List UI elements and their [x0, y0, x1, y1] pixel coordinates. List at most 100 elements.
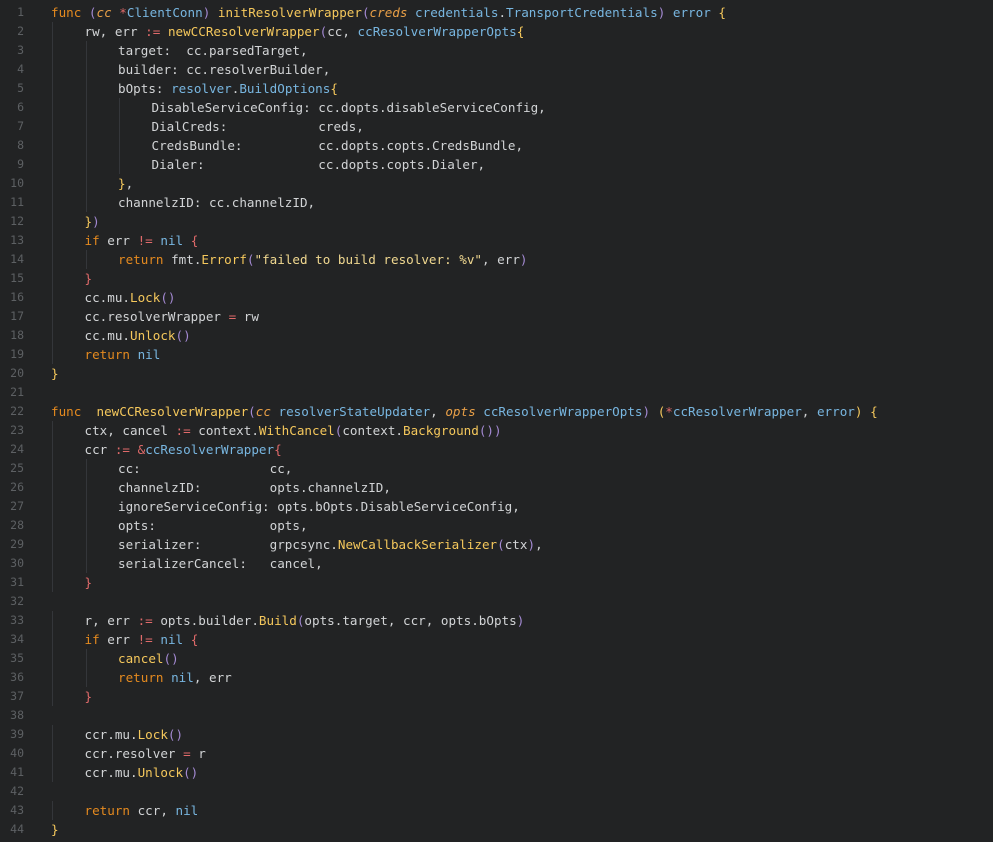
code-token: ClientConn	[126, 5, 203, 20]
indent-guide	[52, 288, 53, 307]
code-line[interactable]: 36 return nil, err	[0, 668, 993, 687]
code-line[interactable]: 30 serializerCancel: cancel,	[0, 554, 993, 573]
code-line[interactable]: 29 serializer: grpcsync.NewCallbackSerial…	[0, 535, 993, 554]
code-line[interactable]: 42	[0, 782, 993, 801]
code-line[interactable]: 21	[0, 383, 993, 402]
indent-guide	[119, 117, 120, 136]
line-number: 24	[10, 442, 24, 456]
code-token: nil	[175, 803, 199, 818]
code-line[interactable]: 6 DisableServiceConfig: cc.dopts.disableS…	[0, 98, 993, 117]
code-line[interactable]: 44}	[0, 820, 993, 839]
code-text: return ccr, nil	[85, 801, 199, 820]
code-token: return	[118, 252, 164, 267]
code-text: }	[85, 687, 93, 706]
code-line[interactable]: 27 ignoreServiceConfig: opts.bOpts.Disabl…	[0, 497, 993, 516]
indent-guide	[85, 98, 87, 117]
code-text: ccr.mu.Lock()	[85, 725, 184, 744]
indent-guide	[52, 79, 53, 98]
code-line[interactable]: 9 Dialer: cc.dopts.copts.Dialer,	[0, 155, 993, 174]
code-line[interactable]: 35 cancel()	[0, 649, 993, 668]
code-token: serializerCancel: cancel,	[118, 556, 323, 571]
code-editor[interactable]: 1 func (cc *ClientConn) initResolverWrapp…	[0, 0, 993, 842]
code-token: Lock	[137, 727, 168, 742]
code-line[interactable]: 18 cc.mu.Unlock()	[0, 326, 993, 345]
code-line[interactable]: 19 return nil	[0, 345, 993, 364]
code-token: nil	[160, 632, 184, 647]
code-line[interactable]: 14 return fmt.Errorf("failed to build res…	[0, 250, 993, 269]
code-line[interactable]: 43 return ccr, nil	[0, 801, 993, 820]
code-token: )	[642, 404, 651, 419]
code-token: ()	[183, 765, 199, 780]
code-line[interactable]: 11 channelzID: cc.channelzID,	[0, 193, 993, 212]
line-number: 14	[10, 252, 24, 266]
code-line[interactable]: 20}	[0, 364, 993, 383]
indent-guide	[85, 516, 87, 535]
code-line[interactable]: 34 if err != nil {	[0, 630, 993, 649]
code-line[interactable]: 25 cc: cc,	[0, 459, 993, 478]
code-line[interactable]: 15}	[0, 269, 993, 288]
code-token: WithCancel	[258, 423, 335, 438]
code-line[interactable]: 24 ccr := &ccResolverWrapper{	[0, 440, 993, 459]
code-line[interactable]: 5 bOpts: resolver.BuildOptions{	[0, 79, 993, 98]
code-line[interactable]: 28 opts: opts,	[0, 516, 993, 535]
code-token: resolverStateUpdater	[278, 404, 431, 419]
code-text: cancel()	[118, 649, 179, 668]
code-line[interactable]: 3 target: cc.parsedTarget,	[0, 41, 993, 60]
code-line[interactable]: 17 cc.resolverWrapper = rw	[0, 307, 993, 326]
indent-guide	[52, 212, 53, 231]
line-number: 1	[17, 5, 24, 19]
code-line[interactable]: 2 rw, err := newCCResolverWrapper(cc, ccR…	[0, 22, 993, 41]
code-token: serializer: grpcsync.	[118, 537, 338, 552]
code-line[interactable]: 37}	[0, 687, 993, 706]
code-token: cc	[96, 5, 120, 20]
code-token: ctx	[504, 537, 528, 552]
code-token: r, err	[84, 613, 138, 628]
line-number: 19	[10, 347, 24, 361]
code-line[interactable]: 23 ctx, cancel := context.WithCancel(cont…	[0, 421, 993, 440]
code-token: return	[118, 670, 164, 685]
code-line[interactable]: 13 if err != nil {	[0, 231, 993, 250]
code-line[interactable]: 16 cc.mu.Lock()	[0, 288, 993, 307]
code-token: opts: opts,	[118, 518, 308, 533]
line-number: 44	[10, 822, 24, 836]
indent-guide	[52, 136, 53, 155]
code-line[interactable]: 40 ccr.resolver = r	[0, 744, 993, 763]
code-line[interactable]: 31}	[0, 573, 993, 592]
code-token: NewCallbackSerializer	[337, 537, 498, 552]
code-line[interactable]: 33 r, err := opts.builder.Build(opts.targ…	[0, 611, 993, 630]
indent-guide	[52, 649, 53, 668]
code-token: {	[330, 81, 338, 96]
code-line[interactable]: 32	[0, 592, 993, 611]
code-line[interactable]: 1 func (cc *ClientConn) initResolverWrapp…	[0, 3, 993, 22]
code-text: if err != nil {	[85, 231, 199, 250]
line-number: 11	[10, 195, 24, 209]
indent-guide	[52, 497, 53, 516]
line-number: 31	[10, 575, 24, 589]
line-number: 32	[10, 594, 24, 608]
code-line[interactable]: 7 DialCreds: creds,	[0, 117, 993, 136]
code-token: cc	[255, 404, 279, 419]
code-line[interactable]: 22 func newCCResolverWrapper(cc resolverS…	[0, 402, 993, 421]
code-token: , err	[193, 670, 232, 685]
code-line[interactable]: 26 channelzID: opts.channelzID,	[0, 478, 993, 497]
code-token: CredsBundle: cc.dopts.copts.CredsBundle,	[151, 138, 524, 153]
code-line[interactable]: 12})	[0, 212, 993, 231]
code-token: ()	[163, 651, 179, 666]
code-line[interactable]: 4 builder: cc.resolverBuilder,	[0, 60, 993, 79]
indent-guide	[119, 155, 120, 174]
code-line[interactable]: 39 ccr.mu.Lock()	[0, 725, 993, 744]
line-number: 28	[10, 518, 24, 532]
line-number: 34	[10, 632, 24, 646]
code-line[interactable]: 10},	[0, 174, 993, 193]
code-line[interactable]: 8 CredsBundle: cc.dopts.copts.CredsBundle…	[0, 136, 993, 155]
line-number: 29	[10, 537, 24, 551]
code-text: })	[85, 212, 100, 231]
code-line[interactable]: 41 ccr.mu.Unlock()	[0, 763, 993, 782]
line-number: 17	[10, 309, 24, 323]
code-token: )	[516, 613, 525, 628]
code-token: *	[665, 404, 673, 419]
code-line[interactable]: 38	[0, 706, 993, 725]
code-text: target: cc.parsedTarget,	[118, 41, 308, 60]
code-token: ccResolverWrapperOpts	[357, 24, 517, 39]
